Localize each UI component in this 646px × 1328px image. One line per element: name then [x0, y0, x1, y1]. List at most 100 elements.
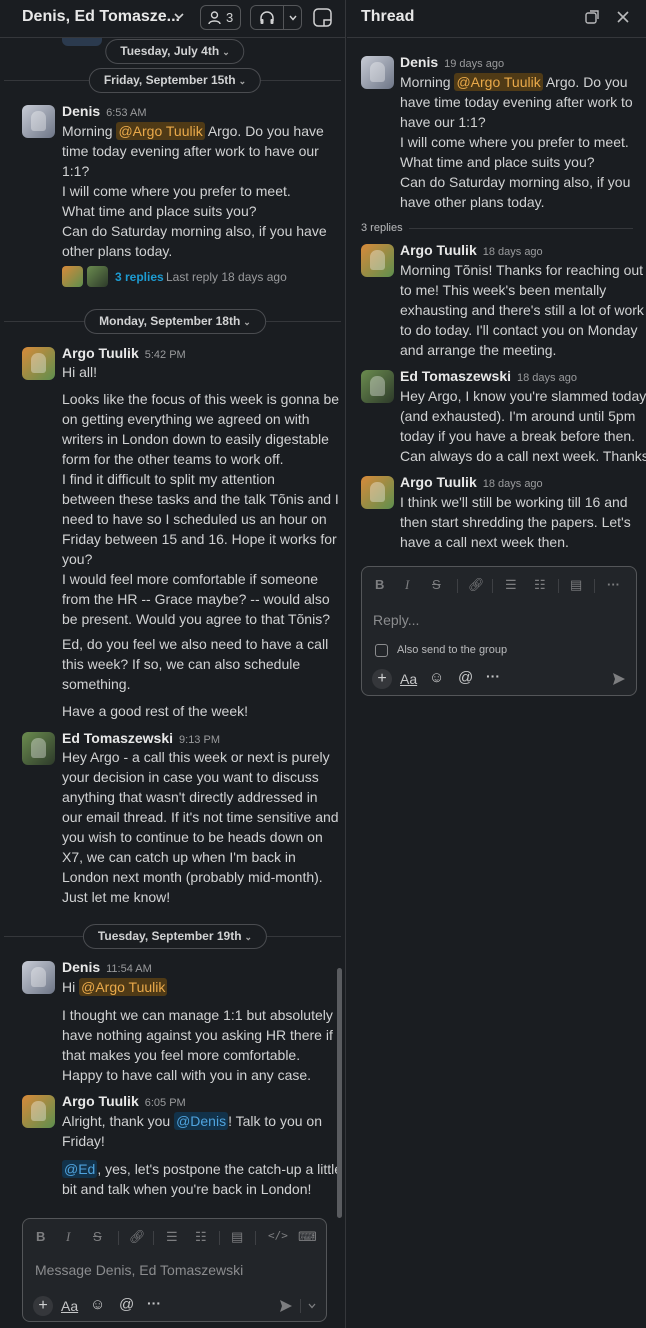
- canvas-icon[interactable]: [310, 5, 335, 30]
- date-divider[interactable]: Monday, September 18th ⌄: [84, 309, 266, 334]
- message-header: Ed Tomaszewski 18 days ago: [400, 368, 577, 384]
- chevron-down-icon[interactable]: [288, 13, 298, 23]
- link-icon[interactable]: 🔗︎: [129, 1229, 146, 1247]
- message-body: Morning @Argo Tuulik Argo. Do you have t…: [400, 73, 633, 210]
- channel-pane: Denis, Ed Tomasze... 3 Tuesday, July 4th…: [0, 0, 346, 1328]
- author-name[interactable]: Ed Tomaszewski: [62, 730, 173, 746]
- chevron-down-icon[interactable]: [307, 1301, 317, 1311]
- plus-icon[interactable]: +: [33, 1296, 53, 1316]
- toolbar-separator: [492, 579, 493, 593]
- huddle-button[interactable]: [250, 5, 302, 30]
- author-name[interactable]: Ed Tomaszewski: [400, 368, 511, 384]
- message-time[interactable]: 6:05 PM: [145, 1097, 186, 1109]
- toolbar-separator: [558, 579, 559, 593]
- message-body: @Ed, yes, let's postpone the catch-up a …: [62, 1160, 343, 1197]
- author-name[interactable]: Argo Tuulik: [62, 1093, 139, 1109]
- mention[interactable]: @Ed: [62, 1160, 98, 1178]
- members-button[interactable]: 3: [200, 5, 241, 30]
- mention-icon[interactable]: @: [458, 669, 473, 686]
- mention[interactable]: @Argo Tuulik: [116, 122, 205, 140]
- message-header: Argo Tuulik 18 days ago: [400, 474, 543, 490]
- scrollbar[interactable]: [337, 968, 342, 1218]
- message-time[interactable]: 9:13 PM: [179, 734, 220, 746]
- avatar: [87, 266, 108, 287]
- bullet-list-icon[interactable]: ☷: [534, 577, 546, 595]
- more-icon[interactable]: ···: [607, 577, 620, 595]
- send-icon[interactable]: [612, 672, 626, 686]
- avatar[interactable]: [361, 56, 394, 89]
- message-time[interactable]: 6:53 AM: [106, 107, 146, 119]
- message-composer[interactable]: B I S 🔗︎ ☰ ☷ ▤ </> ⌨ Message Denis, Ed T…: [22, 1218, 327, 1322]
- reply-input[interactable]: Reply...: [373, 612, 419, 628]
- message-header: Ed Tomaszewski 9:13 PM: [62, 730, 220, 746]
- italic-icon[interactable]: I: [405, 577, 409, 595]
- chevron-down-icon[interactable]: [173, 10, 185, 22]
- bold-icon[interactable]: B: [375, 577, 384, 595]
- more-icon[interactable]: ···: [147, 1295, 161, 1311]
- replies-link[interactable]: 3 replies: [115, 270, 164, 284]
- message-time[interactable]: 11:54 AM: [106, 963, 152, 975]
- send-icon[interactable]: [279, 1299, 293, 1313]
- popout-icon[interactable]: [584, 9, 600, 25]
- block-quote-icon[interactable]: ▤: [231, 1229, 243, 1247]
- members-icon: [208, 11, 221, 25]
- message-time[interactable]: 18 days ago: [483, 478, 543, 490]
- ordered-list-icon[interactable]: ☰: [166, 1229, 178, 1247]
- mention-icon[interactable]: @: [119, 1296, 134, 1313]
- italic-icon[interactable]: I: [66, 1229, 70, 1247]
- reply-composer[interactable]: B I S 🔗︎ ☰ ☷ ▤ ··· Reply... Also send to…: [361, 566, 637, 696]
- avatar[interactable]: [361, 244, 394, 277]
- date-divider[interactable]: Tuesday, September 19th ⌄: [82, 924, 268, 949]
- message-time[interactable]: 19 days ago: [444, 58, 504, 70]
- also-send-checkbox[interactable]: [375, 644, 388, 657]
- bullet-list-icon[interactable]: ☷: [195, 1229, 207, 1247]
- avatar[interactable]: [22, 105, 55, 138]
- text-format-icon[interactable]: Aa: [400, 671, 417, 687]
- more-icon[interactable]: ···: [486, 668, 500, 684]
- author-name[interactable]: Denis: [400, 54, 438, 70]
- plus-icon[interactable]: +: [372, 669, 392, 689]
- bold-icon[interactable]: B: [36, 1229, 45, 1247]
- date-divider[interactable]: Tuesday, July 4th ⌄: [105, 39, 245, 64]
- avatar[interactable]: [22, 1095, 55, 1128]
- close-icon[interactable]: [615, 9, 631, 25]
- avatar[interactable]: [22, 732, 55, 765]
- author-name[interactable]: Argo Tuulik: [400, 242, 477, 258]
- date-divider[interactable]: Friday, September 15th ⌄: [88, 68, 262, 93]
- block-quote-icon[interactable]: ▤: [570, 577, 582, 595]
- avatar[interactable]: [361, 370, 394, 403]
- mention[interactable]: @Denis: [174, 1112, 229, 1130]
- huddle-divider: [283, 6, 284, 29]
- message-time[interactable]: 18 days ago: [517, 372, 577, 384]
- ordered-list-icon[interactable]: ☰: [505, 577, 517, 595]
- message-body: Hi all!: [62, 364, 98, 380]
- author-name[interactable]: Denis: [62, 959, 100, 975]
- message-body: I thought we can manage 1:1 but absolute…: [62, 1007, 341, 1083]
- thread-header: Thread: [347, 0, 646, 38]
- code-block-icon[interactable]: ⌨: [298, 1229, 317, 1247]
- message-header: Argo Tuulik 18 days ago: [400, 242, 543, 258]
- link-icon[interactable]: 🔗︎: [468, 577, 485, 595]
- mention[interactable]: @Argo Tuulik: [454, 73, 543, 91]
- code-icon[interactable]: </>: [268, 1229, 288, 1247]
- toolbar-separator: [594, 579, 595, 593]
- avatar[interactable]: [22, 961, 55, 994]
- message-input[interactable]: Message Denis, Ed Tomaszewski: [35, 1262, 243, 1278]
- channel-title[interactable]: Denis, Ed Tomasze...: [22, 8, 180, 26]
- emoji-icon[interactable]: ☺: [429, 669, 444, 686]
- emoji-icon[interactable]: ☺: [90, 1296, 105, 1313]
- message-header: Argo Tuulik 6:05 PM: [62, 1093, 186, 1109]
- author-name[interactable]: Argo Tuulik: [400, 474, 477, 490]
- text-format-icon[interactable]: Aa: [61, 1298, 78, 1314]
- message-time[interactable]: 5:42 PM: [145, 349, 186, 361]
- strike-icon[interactable]: S: [93, 1229, 102, 1247]
- avatar[interactable]: [22, 347, 55, 380]
- author-name[interactable]: Denis: [62, 103, 100, 119]
- strike-icon[interactable]: S: [432, 577, 441, 595]
- message-time[interactable]: 18 days ago: [483, 246, 543, 258]
- avatar[interactable]: [361, 476, 394, 509]
- replies-count: 3 replies: [361, 222, 403, 234]
- message-body: Hey Argo, I know you're slammed today (a…: [400, 388, 646, 464]
- mention[interactable]: @Argo Tuulik: [79, 978, 168, 996]
- author-name[interactable]: Argo Tuulik: [62, 345, 139, 361]
